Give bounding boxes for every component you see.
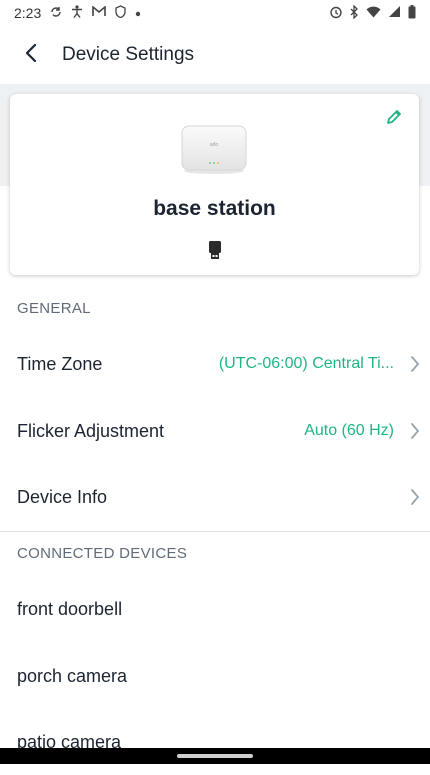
sync-icon [50, 6, 62, 21]
pencil-icon [385, 108, 403, 131]
usb-drive-icon [207, 240, 223, 260]
status-time: 2:23 [14, 5, 42, 21]
status-right [329, 3, 416, 22]
app-header: Device Settings [0, 26, 430, 84]
page-title: Device Settings [62, 44, 195, 65]
device-info-row[interactable]: Device Info [0, 464, 430, 530]
back-arrow-icon [24, 43, 38, 68]
battery-icon [408, 4, 416, 22]
back-button[interactable] [0, 26, 62, 84]
device-info-label: Device Info [17, 486, 108, 507]
accessibility-icon [71, 5, 83, 21]
chevron-right-icon [400, 464, 430, 530]
edit-device-button[interactable] [381, 106, 407, 132]
navigation-bar [0, 748, 430, 764]
flicker-adjustment-value: Auto (60 Hz) [304, 422, 394, 439]
section-divider [0, 531, 430, 532]
alarm-icon [329, 5, 343, 22]
time-zone-row[interactable]: Time Zone (UTC-06:00) Central Ti... [0, 331, 430, 397]
shield-icon [115, 5, 126, 21]
device-name: base station [153, 197, 276, 220]
connected-device-row[interactable]: porch camera [0, 643, 430, 709]
chevron-right-icon [400, 398, 430, 464]
wifi-icon [366, 6, 381, 21]
dot-icon [135, 6, 141, 20]
time-zone-label: Time Zone [17, 353, 103, 374]
home-gesture-handle[interactable] [177, 754, 253, 758]
general-section-header: GENERAL [17, 300, 91, 317]
base-station-image: arlo [180, 124, 248, 174]
connected-device-row[interactable]: front doorbell [0, 576, 430, 642]
status-bar: 2:23 [0, 0, 430, 26]
connected-device-label: front doorbell [17, 598, 123, 619]
device-card: arlo base station [10, 94, 419, 275]
flicker-adjustment-row[interactable]: Flicker Adjustment Auto (60 Hz) [0, 398, 430, 464]
connected-device-label: porch camera [17, 665, 128, 686]
status-left: 2:23 [14, 5, 141, 21]
gmail-icon [92, 5, 107, 20]
connected-device-row[interactable]: patio camera [0, 709, 430, 775]
device-logo-text: arlo [210, 142, 219, 148]
bluetooth-icon [350, 3, 359, 22]
flicker-adjustment-label: Flicker Adjustment [17, 420, 165, 441]
signal-icon [388, 5, 401, 21]
connected-devices-section-header: CONNECTED DEVICES [17, 545, 188, 562]
chevron-right-icon [400, 331, 430, 397]
time-zone-value: (UTC-06:00) Central Ti... [218, 355, 394, 372]
